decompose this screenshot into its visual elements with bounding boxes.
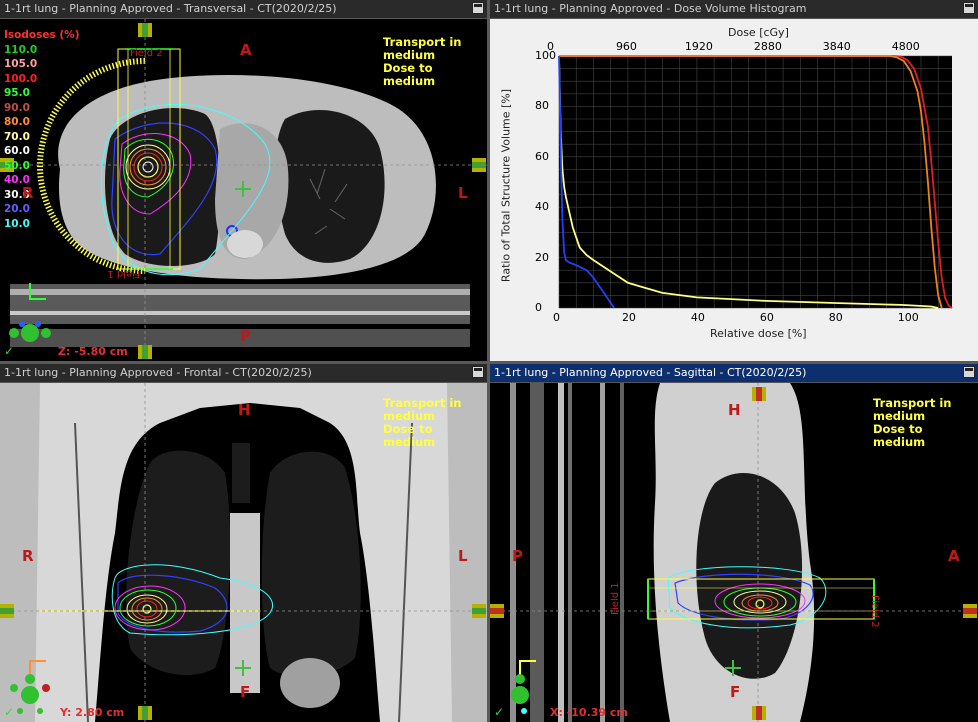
check-icon: ✓ — [4, 705, 15, 719]
sagittal-title: 1-1rt lung - Planning Approved - Sagitta… — [494, 366, 807, 379]
frontal-titlebar[interactable]: 1-1rt lung - Planning Approved - Frontal… — [0, 364, 487, 383]
isodose-item: 105.0 — [4, 58, 38, 70]
sagittal-pane[interactable]: 1-1rt lung - Planning Approved - Sagitta… — [490, 364, 978, 722]
isodose-items: 110.0 105.0 100.0 95.0 90.0 80.0 70.0 60.0 50.0 4… — [4, 43, 80, 232]
transversal-pane[interactable]: 1-1rt lung - Planning Approved - Transve… — [0, 0, 487, 361]
slice-coordinate: Y: 2.80 cm — [60, 706, 125, 719]
orient-foot: F — [240, 683, 251, 701]
sagittal-view[interactable]: Field 1 Field 2 H F P A Transport in med… — [490, 383, 978, 722]
orient-right: R — [22, 184, 34, 202]
transport-info: Transport in medium Dose to medium — [873, 397, 978, 449]
transport-line-3: Dose to medium — [383, 422, 436, 449]
orient-posterior: P — [512, 547, 523, 565]
isodose-item: 60.0 — [4, 145, 30, 157]
isodose-item: 40.0 — [4, 174, 30, 186]
isodose-item: 30.0 — [4, 188, 30, 201]
field-2-label: Field 2 — [869, 595, 880, 628]
transport-line-3: Dose to medium — [873, 422, 926, 449]
isodose-header: Isodoses (%) — [4, 29, 80, 41]
isodose-item: 50.0 — [4, 159, 30, 172]
orient-left: L — [458, 184, 468, 202]
maximize-icon[interactable] — [472, 366, 484, 378]
orient-head: H — [238, 401, 251, 419]
dvh-title: 1-1rt lung - Planning Approved - Dose Vo… — [494, 2, 807, 15]
isodose-item: 100.0 — [4, 72, 38, 85]
field-1-label: Field 1 — [610, 582, 621, 615]
orient-posterior: P — [240, 327, 251, 345]
frontal-view[interactable]: H F R L Transport in medium Dose to medi… — [0, 383, 487, 722]
transversal-view[interactable]: Field 2 Field 1 Isodoses (%) 110.0 105.0 1… — [0, 19, 487, 361]
orient-right: R — [22, 547, 34, 565]
slice-coordinate: Z: -5.80 cm — [58, 345, 128, 358]
field-1-label: Field 1 — [107, 268, 140, 279]
slice-coordinate: X: -10.39 cm — [550, 706, 628, 719]
isodose-item: 110.0 — [4, 43, 38, 56]
dvh-pane[interactable]: 1-1rt lung - Planning Approved - Dose Vo… — [490, 0, 978, 361]
dvh-view[interactable]: Dose [cGy] Relative dose [%] Ratio of To… — [490, 19, 978, 361]
check-icon: ✓ — [494, 705, 505, 719]
orient-foot: F — [730, 683, 741, 701]
orient-left: L — [458, 547, 468, 565]
isodose-item: 90.0 — [4, 101, 30, 114]
transversal-titlebar[interactable]: 1-1rt lung - Planning Approved - Transve… — [0, 0, 487, 19]
dvh-titlebar[interactable]: 1-1rt lung - Planning Approved - Dose Vo… — [490, 0, 978, 19]
maximize-icon[interactable] — [963, 2, 975, 14]
isodose-item: 70.0 — [4, 130, 30, 143]
field-2-label: Field 2 — [130, 48, 163, 59]
transversal-title: 1-1rt lung - Planning Approved - Transve… — [4, 2, 337, 15]
maximize-icon[interactable] — [472, 2, 484, 14]
transport-line-3: Dose to medium — [383, 61, 436, 88]
isodose-item: 20.0 — [4, 203, 30, 215]
frontal-pane[interactable]: 1-1rt lung - Planning Approved - Frontal… — [0, 364, 487, 722]
maximize-icon[interactable] — [963, 366, 975, 378]
isodose-item: 10.0 — [4, 217, 30, 230]
transport-info: Transport in medium Dose to medium — [383, 36, 487, 88]
orient-anterior: A — [240, 41, 252, 59]
sagittal-titlebar[interactable]: 1-1rt lung - Planning Approved - Sagitta… — [490, 364, 978, 383]
orient-anterior: A — [948, 547, 960, 565]
transport-info: Transport in medium Dose to medium — [383, 397, 487, 449]
isodose-legend: Isodoses (%) 110.0 105.0 100.0 95.0 90.0 80.0… — [4, 28, 80, 231]
orient-head: H — [728, 401, 741, 419]
dvh-chart[interactable] — [490, 19, 978, 361]
check-icon: ✓ — [4, 344, 15, 358]
frontal-title: 1-1rt lung - Planning Approved - Frontal… — [4, 366, 312, 379]
isodose-item: 95.0 — [4, 87, 30, 99]
isodose-item: 80.0 — [4, 116, 30, 128]
